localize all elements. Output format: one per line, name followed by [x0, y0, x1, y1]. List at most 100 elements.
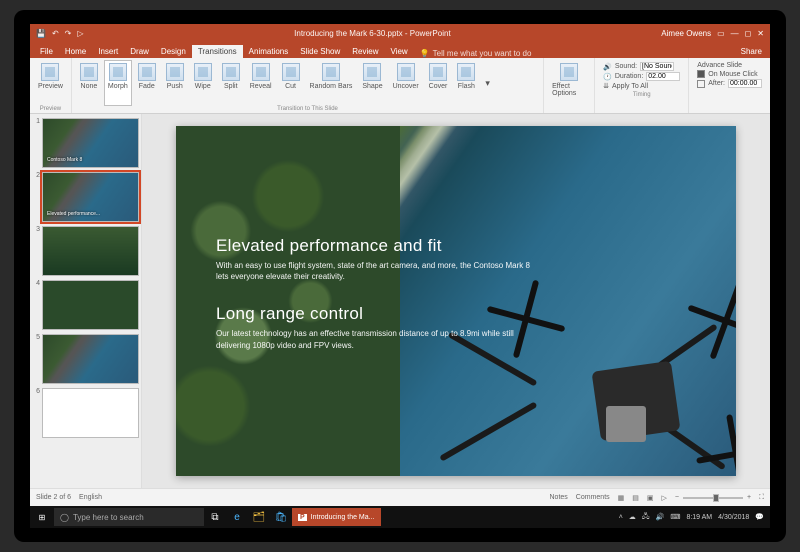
zoom-slider[interactable]	[683, 497, 743, 499]
transition-split[interactable]: Split	[218, 60, 244, 106]
tab-file[interactable]: File	[34, 45, 59, 58]
store-icon[interactable]: 🛍	[270, 506, 292, 528]
wipe-label: Wipe	[195, 83, 211, 90]
current-slide[interactable]: Elevated performance and fit With an eas…	[176, 126, 736, 476]
undo-icon[interactable]: ↶	[52, 29, 59, 38]
cover-icon	[429, 63, 447, 81]
transition-none[interactable]: None	[76, 60, 102, 106]
thumb-1-title: Contoso Mark 8	[47, 158, 82, 164]
comments-button[interactable]: Comments	[576, 494, 610, 501]
randombars-icon	[322, 63, 340, 81]
tab-view[interactable]: View	[385, 45, 414, 58]
fade-icon	[138, 63, 156, 81]
transition-uncover[interactable]: Uncover	[389, 60, 423, 106]
slideshow-view-icon[interactable]: ▷	[662, 494, 667, 502]
effect-options-label: Effect Options	[552, 83, 586, 97]
status-bar: Slide 2 of 6 English Notes Comments ▦ ▤ …	[30, 488, 770, 506]
taskbar-app-label: Introducing the Ma...	[311, 514, 375, 521]
network-icon[interactable]: 🖧	[642, 512, 650, 523]
effect-options-button[interactable]: Effect Options	[548, 60, 590, 112]
after-checkbox[interactable]	[697, 80, 705, 88]
thumb-num-6: 6	[32, 388, 40, 438]
thumb-1[interactable]: Contoso Mark 8	[42, 118, 139, 168]
group-label-timing: Timing	[599, 92, 684, 98]
tray-date[interactable]: 4/30/2018	[718, 514, 749, 521]
none-icon	[80, 63, 98, 81]
document-title: Introducing the Mark 6-30.pptx - PowerPo…	[84, 29, 662, 38]
tab-slideshow[interactable]: Slide Show	[294, 45, 346, 58]
thumb-6[interactable]	[42, 388, 139, 438]
tray-chevron-icon[interactable]: ˄	[619, 514, 623, 521]
after-input[interactable]	[728, 79, 762, 88]
tab-draw[interactable]: Draw	[124, 45, 155, 58]
cut-icon	[282, 63, 300, 81]
edge-icon[interactable]: e	[226, 506, 248, 528]
tab-insert[interactable]: Insert	[92, 45, 124, 58]
transition-morph[interactable]: Morph	[104, 60, 132, 106]
ribbon-display-icon[interactable]: ▭	[717, 29, 725, 38]
slide-thumbnail-panel[interactable]: 1Contoso Mark 8 2Elevated performance...…	[30, 114, 142, 488]
paragraph-2: Our latest technology has an effective t…	[216, 328, 536, 350]
close-icon[interactable]: ✕	[757, 29, 764, 38]
minimize-icon[interactable]: —	[731, 29, 739, 38]
tell-me[interactable]: 💡 Tell me what you want to do	[414, 49, 733, 58]
taskbar-search[interactable]: ◯ Type here to search	[54, 508, 204, 526]
sound-select[interactable]	[640, 62, 674, 71]
duration-label: Duration:	[615, 73, 643, 80]
notes-button[interactable]: Notes	[550, 494, 568, 501]
duration-input[interactable]	[646, 72, 680, 81]
transition-push[interactable]: Push	[162, 60, 188, 106]
transition-flash[interactable]: Flash	[453, 60, 479, 106]
maximize-icon[interactable]: ◻	[745, 29, 752, 38]
workspace: 1Contoso Mark 8 2Elevated performance...…	[30, 114, 770, 488]
user-name[interactable]: Aimee Owens	[661, 29, 711, 38]
file-explorer-icon[interactable]: 🗂	[248, 506, 270, 528]
transition-randombars[interactable]: Random Bars	[306, 60, 357, 106]
tray-time[interactable]: 8:19 AM	[686, 514, 712, 521]
transition-shape[interactable]: Shape	[358, 60, 386, 106]
apply-all-button[interactable]: Apply To All	[612, 83, 648, 90]
push-label: Push	[167, 83, 183, 90]
ribbon: Preview Preview None Morph Fade Push Wip…	[30, 58, 770, 114]
transition-more[interactable]: ▾	[481, 60, 494, 106]
save-icon[interactable]: 💾	[36, 29, 46, 38]
language-status[interactable]: English	[79, 494, 102, 501]
transition-reveal[interactable]: Reveal	[246, 60, 276, 106]
zoom-in-icon[interactable]: +	[747, 494, 751, 501]
task-view-icon[interactable]: ⧉	[204, 506, 226, 528]
quick-access-toolbar: 💾 ↶ ↷ ▷	[30, 29, 84, 38]
zoom-out-icon[interactable]: −	[675, 494, 679, 501]
preview-button[interactable]: Preview	[34, 60, 67, 106]
keyboard-icon[interactable]: ⌨	[670, 513, 680, 521]
reading-view-icon[interactable]: ▣	[647, 494, 654, 502]
push-icon	[166, 63, 184, 81]
transition-cover[interactable]: Cover	[425, 60, 452, 106]
taskbar-powerpoint[interactable]: P Introducing the Ma...	[292, 508, 381, 526]
slide-text[interactable]: Elevated performance and fit With an eas…	[216, 236, 536, 373]
normal-view-icon[interactable]: ▦	[618, 494, 625, 502]
slide-canvas[interactable]: Elevated performance and fit With an eas…	[142, 114, 770, 488]
transition-cut[interactable]: Cut	[278, 60, 304, 106]
tab-transitions[interactable]: Transitions	[192, 45, 243, 58]
transition-fade[interactable]: Fade	[134, 60, 160, 106]
windows-taskbar: ⊞ ◯ Type here to search ⧉ e 🗂 🛍 P Introd…	[30, 506, 770, 528]
onedrive-icon[interactable]: ☁	[629, 513, 636, 521]
start-button[interactable]: ⊞	[30, 513, 54, 522]
onclick-checkbox[interactable]	[697, 70, 705, 78]
volume-icon[interactable]: 🔊	[656, 513, 665, 521]
redo-icon[interactable]: ↷	[65, 29, 72, 38]
sorter-view-icon[interactable]: ▤	[632, 494, 639, 502]
thumb-3[interactable]	[42, 226, 139, 276]
thumb-4[interactable]	[42, 280, 139, 330]
tab-design[interactable]: Design	[155, 45, 192, 58]
transition-wipe[interactable]: Wipe	[190, 60, 216, 106]
fit-to-window-icon[interactable]: ⛶	[759, 494, 764, 502]
tab-review[interactable]: Review	[346, 45, 384, 58]
thumb-5[interactable]	[42, 334, 139, 384]
zoom-control[interactable]: − +	[675, 494, 751, 501]
thumb-2[interactable]: Elevated performance...	[42, 172, 139, 222]
tab-animations[interactable]: Animations	[243, 45, 295, 58]
tab-home[interactable]: Home	[59, 45, 92, 58]
action-center-icon[interactable]: 💬	[755, 513, 764, 521]
share-button[interactable]: Share	[733, 45, 770, 58]
